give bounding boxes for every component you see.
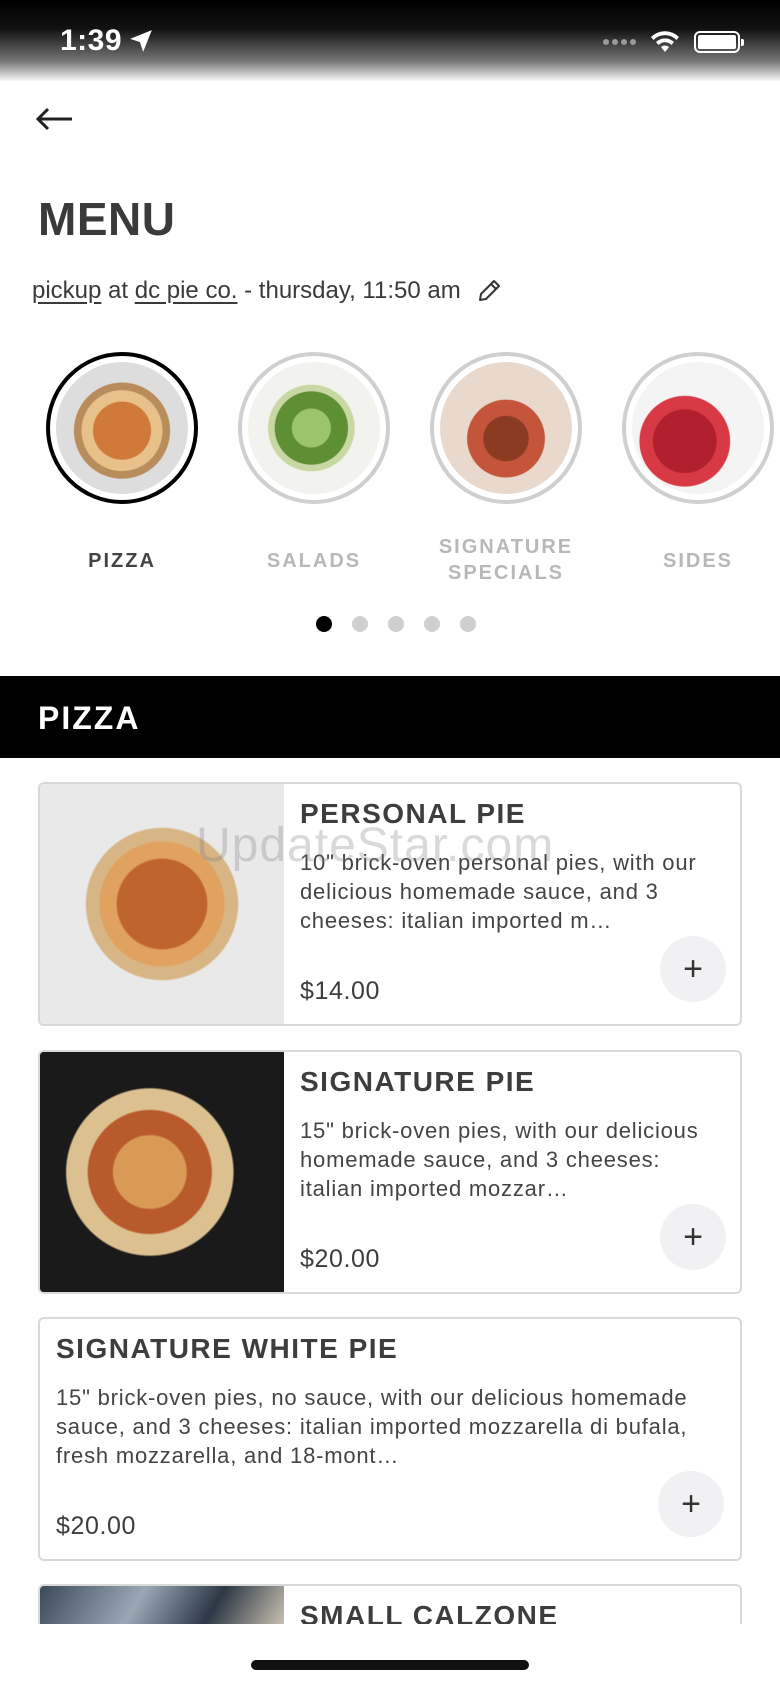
- menu-item-small-calzone[interactable]: SMALL CALZONE: [38, 1584, 742, 1624]
- status-time: 1:39: [60, 24, 123, 57]
- section-title: PIZZA: [38, 700, 141, 736]
- add-to-cart-button[interactable]: +: [660, 936, 726, 1002]
- category-pizza-image: [46, 352, 198, 504]
- store-link[interactable]: dc pie co.: [135, 277, 238, 305]
- category-signature-specials[interactable]: SIGNATURE SPECIALS: [426, 352, 586, 586]
- pager-dot[interactable]: [316, 616, 332, 632]
- menu-item-name: SIGNATURE PIE: [300, 1066, 536, 1097]
- menu-item-price: $14.00: [300, 977, 381, 1005]
- menu-item-price: $20.00: [56, 1512, 137, 1540]
- menu-item-photo: [40, 1586, 284, 1624]
- category-sides-label: SIDES: [662, 550, 734, 572]
- pager-dot[interactable]: [460, 616, 476, 632]
- cellular-signal-icon: [603, 39, 636, 45]
- category-pizza[interactable]: PIZZA: [42, 352, 202, 574]
- category-salads-label: SALADS: [266, 550, 362, 572]
- pager-dot[interactable]: [388, 616, 404, 632]
- back-button[interactable]: [34, 104, 80, 144]
- menu-item-photo: [40, 1052, 284, 1292]
- page-title: MENU: [38, 193, 176, 245]
- menu-item-description: 15" brick-oven pies, no sauce, with our …: [56, 1385, 688, 1468]
- pencil-edit-icon[interactable]: [475, 277, 503, 305]
- category-signature-specials-label: SIGNATURE SPECIALS: [438, 536, 574, 584]
- order-time-text: - thursday, 11:50 am: [244, 277, 461, 304]
- pager-dot[interactable]: [424, 616, 440, 632]
- pager-dot[interactable]: [352, 616, 368, 632]
- menu-item-price: $20.00: [300, 1245, 381, 1273]
- menu-item-signature-pie[interactable]: SIGNATURE PIE 15" brick-oven pies, with …: [38, 1050, 742, 1294]
- menu-item-name: SIGNATURE WHITE PIE: [56, 1333, 399, 1364]
- order-mode-link[interactable]: pickup: [32, 277, 101, 305]
- order-info: pickup at dc pie co. - thursday, 11:50 a…: [32, 277, 503, 305]
- menu-item-description: 15" brick-oven pies, with our delicious …: [300, 1118, 699, 1201]
- menu-item-photo: [40, 784, 284, 1024]
- arrow-left-icon: [35, 107, 72, 131]
- category-sides-image: [622, 352, 774, 504]
- menu-item-signature-white-pie[interactable]: SIGNATURE WHITE PIE 15" brick-oven pies,…: [38, 1317, 742, 1561]
- home-indicator: [251, 1660, 529, 1670]
- menu-item-name: PERSONAL PIE: [300, 798, 526, 829]
- menu-item-description: 10" brick-oven personal pies, with our d…: [300, 850, 697, 933]
- wifi-icon: [651, 31, 679, 52]
- status-bar: 1:39: [0, 0, 780, 82]
- order-at-text: at: [108, 277, 129, 304]
- carousel-pager: [0, 616, 780, 632]
- category-salads-image: [238, 352, 390, 504]
- add-to-cart-button[interactable]: +: [660, 1204, 726, 1270]
- section-header: PIZZA: [0, 676, 780, 758]
- category-sides[interactable]: SIDES: [618, 352, 778, 574]
- category-salads[interactable]: SALADS: [234, 352, 394, 574]
- category-pizza-label: PIZZA: [88, 550, 156, 572]
- add-to-cart-button[interactable]: +: [658, 1471, 724, 1537]
- menu-item-name: SMALL CALZONE: [300, 1600, 559, 1624]
- category-signature-specials-image: [430, 352, 582, 504]
- category-carousel[interactable]: PIZZA SALADS SIGNATURE SPECIALS SIDES: [0, 352, 780, 592]
- menu-item-personal-pie[interactable]: PERSONAL PIE 10" brick-oven personal pie…: [38, 782, 742, 1026]
- location-arrow-icon: [130, 30, 152, 52]
- battery-icon: [694, 31, 744, 53]
